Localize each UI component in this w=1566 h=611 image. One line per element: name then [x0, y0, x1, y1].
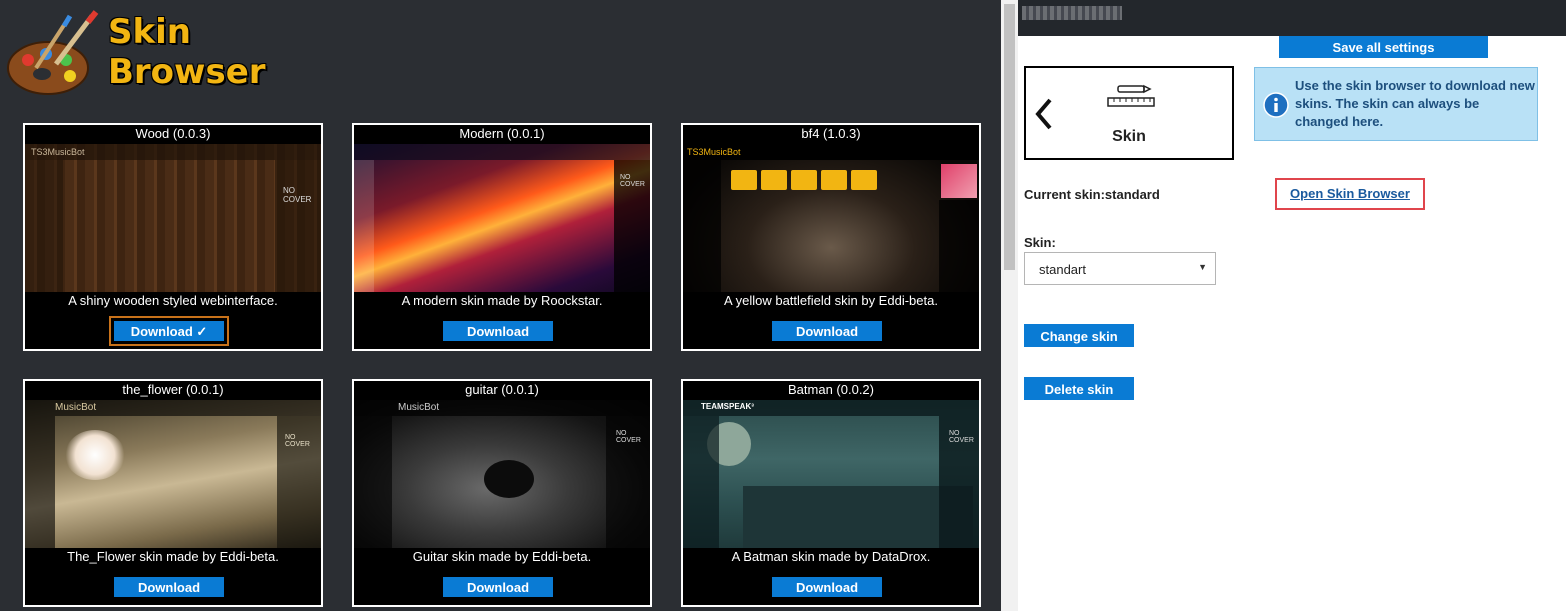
skin-description: A Batman skin made by DataDrox.: [731, 549, 931, 564]
skin-field-label: Skin:: [1024, 235, 1056, 250]
ruler-pencil-icon: [1107, 84, 1155, 107]
settings-pane: Save all settings Skin Use the skin brow…: [1018, 0, 1566, 611]
skin-title: Wood (0.0.3): [135, 126, 211, 141]
download-button[interactable]: Download: [772, 321, 882, 341]
redacted-title: [1022, 6, 1122, 20]
skin-title: bf4 (1.0.3): [801, 126, 861, 141]
preview-guitar-hole: [484, 460, 534, 498]
palette-icon: [7, 10, 99, 95]
skin-tile-label: Skin: [1112, 128, 1146, 145]
info-box: Use the skin browser to download new ski…: [1254, 67, 1538, 141]
skin-card-bf4: bf4 (1.0.3) TS3MusicBot A yellow battlef…: [681, 123, 981, 351]
logo-line-1: Skin: [108, 12, 191, 52]
preview-logo-text: MusicBot: [398, 402, 440, 413]
download-button[interactable]: Download ✓: [109, 316, 229, 346]
skin-preview-bf4: TS3MusicBot: [683, 144, 979, 292]
skin-browser-logo: Skin Browser: [6, 8, 306, 108]
skin-title: guitar (0.0.1): [465, 382, 539, 397]
skin-card-modern: Modern (0.0.1) NO COVER A modern skin ma…: [352, 123, 652, 351]
preview-logo-text: TEAMSPEAK³: [701, 402, 754, 411]
skin-description: A modern skin made by Roockstar.: [401, 293, 603, 308]
scrollbar-thumb[interactable]: [1004, 4, 1015, 270]
skin-description: A yellow battlefield skin by Eddi-beta.: [724, 293, 938, 308]
skin-settings-tile[interactable]: Skin: [1024, 66, 1234, 160]
skin-description: The_Flower skin made by Eddi-beta.: [67, 549, 279, 564]
preview-logo-text: TS3MusicBot: [31, 147, 85, 157]
preview-logo-text: TS3MusicBot: [687, 147, 741, 157]
top-bar: [1018, 0, 1566, 36]
preview-folder-icon: [731, 170, 757, 190]
preview-no-cover: NO COVER: [620, 174, 645, 188]
preview-flower: [65, 430, 125, 480]
skin-browser-title: Skin Browser: [108, 12, 266, 92]
skin-preview-guitar: MusicBot NO COVER: [354, 400, 650, 548]
skin-card-the-flower: the_flower (0.0.1) MusicBot NO COVER The…: [23, 379, 323, 607]
info-text: Use the skin browser to download new ski…: [1295, 78, 1535, 129]
download-button[interactable]: Download: [772, 577, 882, 597]
open-skin-browser-link[interactable]: Open Skin Browser: [1275, 178, 1425, 210]
download-button[interactable]: Download: [443, 321, 553, 341]
skin-preview-wood: TS3MusicBot NO COVER: [25, 144, 321, 292]
skin-preview-modern: NO COVER: [354, 144, 650, 292]
preview-no-cover: NO COVER: [949, 430, 974, 444]
preview-folder-icon: [821, 170, 847, 190]
skin-card-wood: Wood (0.0.3) TS3MusicBot NO COVER A shin…: [23, 123, 323, 351]
download-button[interactable]: Download: [114, 577, 224, 597]
skin-preview-the-flower: MusicBot NO COVER: [25, 400, 321, 548]
change-skin-button[interactable]: Change skin: [1024, 324, 1134, 347]
delete-skin-button[interactable]: Delete skin: [1024, 377, 1134, 400]
preview-folder-icon: [791, 170, 817, 190]
skin-description: Guitar skin made by Eddi-beta.: [412, 549, 592, 564]
chevron-down-icon: ▼: [1198, 262, 1207, 272]
skin-title: Modern (0.0.1): [459, 126, 545, 141]
skin-select[interactable]: standart ▼: [1024, 252, 1216, 285]
save-all-settings-button[interactable]: Save all settings: [1279, 36, 1488, 58]
skin-preview-batman: TEAMSPEAK³ NO COVER: [683, 400, 979, 548]
skin-title: the_flower (0.0.1): [122, 382, 224, 397]
skin-description: A shiny wooden styled webinterface.: [68, 293, 278, 308]
skin-title: Batman (0.0.2): [788, 382, 874, 397]
current-skin-label: Current skin:standard: [1024, 187, 1160, 202]
skin-card-batman: Batman (0.0.2) TEAMSPEAK³ NO COVER A Bat…: [681, 379, 981, 607]
preview-no-cover: NO COVER: [616, 430, 641, 444]
skin-browser-pane: Skin Browser Wood (0.0.3) TS3MusicBot NO…: [0, 0, 1001, 611]
preview-no-cover: NO COVER: [283, 186, 312, 204]
logo-line-2: Browser: [108, 52, 266, 92]
download-button[interactable]: Download: [443, 577, 553, 597]
preview-cover-art: [941, 164, 977, 198]
info-icon: [1263, 92, 1289, 118]
skin-select-value: standart: [1039, 262, 1086, 277]
preview-folder-icon: [851, 170, 877, 190]
preview-logo-text: MusicBot: [55, 402, 97, 413]
preview-folder-icon: [761, 170, 787, 190]
skin-card-guitar: guitar (0.0.1) MusicBot NO COVER Guitar …: [352, 379, 652, 607]
preview-no-cover: NO COVER: [285, 434, 310, 448]
